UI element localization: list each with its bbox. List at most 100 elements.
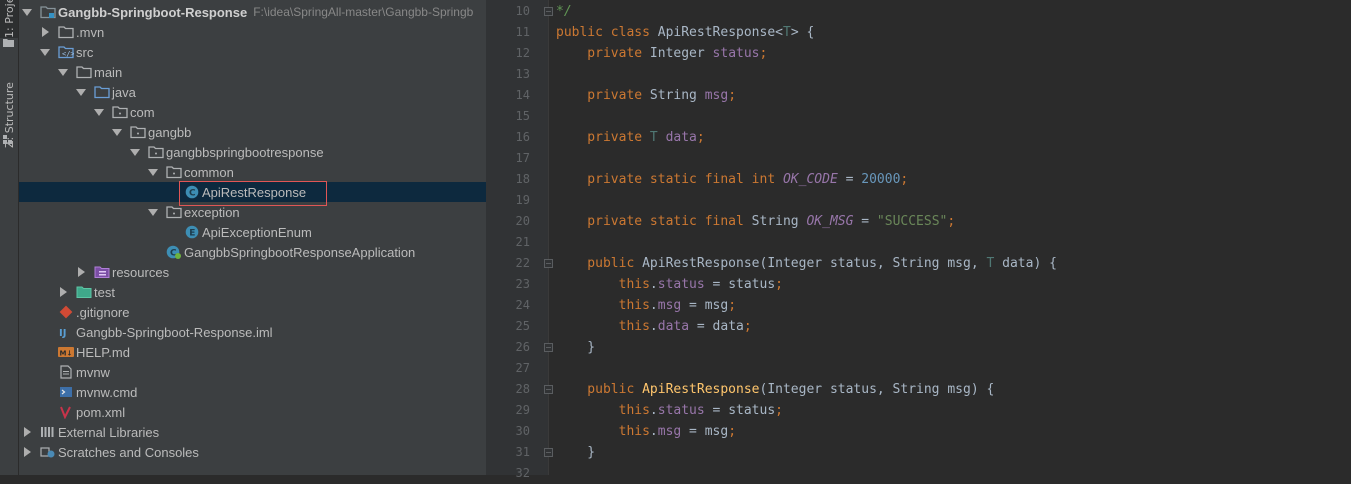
code-line[interactable]: this.msg = msg; xyxy=(556,295,736,316)
code-token: . xyxy=(649,319,658,334)
code-area[interactable]: */public class ApiRestResponse<T> { priv… xyxy=(556,0,1346,475)
tree-node-apirestresponse[interactable]: C ApiRestResponse xyxy=(19,182,486,202)
code-line[interactable]: } xyxy=(556,337,595,358)
code-token: . xyxy=(649,403,658,418)
tree-node-label: Gangbb-Springboot-Response xyxy=(58,4,248,20)
line-number-gutter: 10 11 12 13 14 15 16 17 18 19 20 21 22 23 24 25 26 27 28 29… xyxy=(486,0,553,480)
code-token: String xyxy=(649,88,705,103)
tree-node-test[interactable]: test xyxy=(19,282,486,302)
code-line[interactable]: private Integer status; xyxy=(556,43,767,64)
code-line[interactable]: */ xyxy=(556,1,572,22)
svg-text:</>: </> xyxy=(62,50,74,58)
code-line[interactable]: private static final String OK_MSG = "SU… xyxy=(556,211,955,232)
fold-toggle-icon[interactable] xyxy=(544,343,553,352)
code-line[interactable]: this.status = status; xyxy=(556,400,783,421)
tree-node-help-md[interactable]: M↓ HELP.md xyxy=(19,342,486,362)
chevron-down-icon[interactable] xyxy=(130,146,140,158)
tree-node-gangbb[interactable]: gangbb xyxy=(19,122,486,142)
enum-icon: E xyxy=(184,225,200,239)
code-line[interactable]: private static final int OK_CODE = 20000… xyxy=(556,169,908,190)
tree-node-mvnw-cmd[interactable]: mvnw.cmd xyxy=(19,382,486,402)
code-token: data) { xyxy=(994,256,1057,271)
line-number: 24 xyxy=(515,298,530,312)
code-line[interactable]: this.status = status; xyxy=(556,274,783,295)
tree-node-java[interactable]: java xyxy=(19,82,486,102)
tree-node-exception[interactable]: exception xyxy=(19,202,486,222)
fold-toggle-icon[interactable] xyxy=(544,385,553,394)
tree-node-gangbbspringbootresponseapplication[interactable]: C GangbbSpringbootResponseApplication xyxy=(19,242,486,262)
code-token: . xyxy=(649,424,658,439)
code-line[interactable]: private T data; xyxy=(556,127,705,148)
project-tool-tab[interactable]: 1: Project xyxy=(0,0,18,38)
package-icon xyxy=(130,125,146,139)
tree-node-label: HELP.md xyxy=(76,344,130,360)
tree-node-gitignore[interactable]: .gitignore xyxy=(19,302,486,322)
tree-node-label: External Libraries xyxy=(58,424,160,440)
chevron-right-icon[interactable] xyxy=(40,26,50,38)
code-editor[interactable]: 10 11 12 13 14 15 16 17 18 19 20 21 22 23 24 25 26 27 28 29… xyxy=(486,0,1351,480)
line-number: 25 xyxy=(515,319,530,333)
tree-node-label: com xyxy=(130,104,155,120)
code-line[interactable]: private String msg; xyxy=(556,85,736,106)
code-token: private static final int xyxy=(556,172,783,187)
fold-toggle-icon[interactable] xyxy=(544,7,553,16)
code-token: ; xyxy=(696,130,705,145)
package-icon xyxy=(166,205,182,219)
tree-node-mvnw[interactable]: mvnw xyxy=(19,362,486,382)
tree-node-mvn[interactable]: .mvn xyxy=(19,22,486,42)
chevron-down-icon[interactable] xyxy=(112,126,122,138)
code-token: = xyxy=(853,214,877,229)
chevron-down-icon[interactable] xyxy=(148,166,158,178)
code-line[interactable]: public ApiRestResponse(Integer status, S… xyxy=(556,253,1057,274)
tree-node-gangbb-springboot-response-iml[interactable]: IJ Gangbb-Springboot-Response.iml xyxy=(19,322,486,342)
code-token: = status xyxy=(704,403,776,418)
chevron-right-icon[interactable] xyxy=(76,266,86,278)
tree-node-external-libraries[interactable]: External Libraries xyxy=(19,422,486,442)
code-token: < xyxy=(775,25,783,40)
tree-node-label: common xyxy=(184,164,234,180)
tree-node-com[interactable]: com xyxy=(19,102,486,122)
code-line[interactable]: public class ApiRestResponse<T> { xyxy=(556,22,814,43)
tree-node-resources[interactable]: resources xyxy=(19,262,486,282)
package-icon xyxy=(112,105,128,119)
fold-toggle-icon[interactable] xyxy=(544,448,553,457)
line-number: 21 xyxy=(515,235,530,249)
tree-node-pom-xml[interactable]: pom.xml xyxy=(19,402,486,422)
line-number: 30 xyxy=(515,424,530,438)
code-line[interactable]: public ApiRestResponse(Integer status, S… xyxy=(556,379,994,400)
code-token: Integer xyxy=(649,46,713,61)
code-token: = data xyxy=(689,319,744,334)
source-folder-icon: </> xyxy=(58,45,74,59)
code-token: } xyxy=(556,445,596,460)
tree-node-main[interactable]: main xyxy=(19,62,486,82)
code-line[interactable]: this.data = data; xyxy=(556,316,752,337)
chevron-down-icon[interactable] xyxy=(76,86,86,98)
chevron-down-icon[interactable] xyxy=(148,206,158,218)
code-line[interactable]: } xyxy=(556,442,595,463)
tree-node-label: mvnw xyxy=(76,364,110,380)
chevron-down-icon[interactable] xyxy=(40,46,50,58)
tree-node-label: resources xyxy=(112,264,170,280)
code-token: status xyxy=(657,403,705,418)
tree-node-apiexceptionenum[interactable]: E ApiExceptionEnum xyxy=(19,222,486,242)
chevron-right-icon[interactable] xyxy=(22,446,32,458)
fold-toggle-icon[interactable] xyxy=(544,259,553,268)
chevron-down-icon[interactable] xyxy=(58,66,68,78)
code-token: OK_CODE xyxy=(782,172,838,187)
chevron-down-icon[interactable] xyxy=(22,6,32,18)
tree-node-label: .gitignore xyxy=(76,304,130,320)
tree-node-common[interactable]: common xyxy=(19,162,486,182)
tree-node-src[interactable]: </> src xyxy=(19,42,486,62)
chevron-right-icon[interactable] xyxy=(22,426,32,438)
code-token: data xyxy=(657,319,690,334)
tree-node-gangbbspringbootresponse[interactable]: gangbbspringbootresponse xyxy=(19,142,486,162)
tree-node-gangbb-springboot-response[interactable]: Gangbb-Springboot-Response F:\idea\Spring… xyxy=(19,2,486,22)
svg-text:M↓: M↓ xyxy=(60,350,73,358)
chevron-down-icon[interactable] xyxy=(94,106,104,118)
chevron-right-icon[interactable] xyxy=(58,286,68,298)
code-token: ; xyxy=(743,319,752,334)
code-token: msg xyxy=(704,88,729,103)
code-line[interactable]: this.msg = msg; xyxy=(556,421,736,442)
tree-node-scratches-and-consoles[interactable]: Scratches and Consoles xyxy=(19,442,486,462)
code-token: status xyxy=(712,46,760,61)
